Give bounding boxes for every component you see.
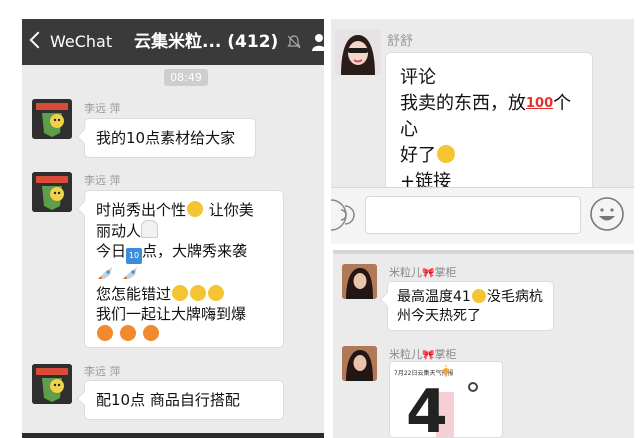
time-stamp: 08:49 (164, 69, 208, 86)
keycap-ten-icon: 10 (126, 248, 143, 264)
rocket-icon (98, 267, 112, 279)
avatar[interactable] (32, 364, 72, 404)
weather-image-message[interactable]: 7月22日云集天气预报 4 (389, 361, 503, 438)
avatar[interactable] (32, 99, 72, 139)
message-text: 我卖的东西，放 (400, 93, 526, 114)
sender-name-suffix: 掌柜 (434, 266, 457, 279)
avatar-image (335, 29, 381, 75)
bow-icon: 🎀 (422, 268, 435, 279)
emoji-smile-icon[interactable] (589, 196, 625, 232)
avatar[interactable] (342, 346, 377, 381)
right-top-chat-screenshot: 舒舒 评论 我卖的东西，放100个心 好了 +链接 (331, 19, 634, 244)
avatar[interactable] (335, 29, 381, 75)
message-bubble[interactable]: 时尚秀出个性 让你美 丽动人 今日 10 点，大牌秀来袭 您怎能错过 我们一起让大牌… (84, 190, 284, 348)
chat-header: WeChat 云集米粒... (412) (22, 19, 324, 65)
message-bubble[interactable]: 最高温度41 没毛病杭 州今天热死了 (387, 281, 554, 331)
message-bubble[interactable]: 评论 我卖的东西，放100个心 好了 +链接 (385, 52, 593, 192)
angry-emoji-icon (142, 325, 159, 341)
degree-icon (468, 382, 478, 392)
sender-name: 米粒儿🎀掌柜 (389, 264, 456, 280)
message-text: 今日 (96, 242, 127, 260)
sender-name: 李远 萍 (84, 174, 121, 187)
message-text: 好了 (400, 145, 436, 166)
message-text: 丽动人 (96, 222, 142, 240)
right-bottom-chat-screenshot: 米粒儿🎀掌柜 最高温度41 没毛病杭 州今天热死了 米粒儿🎀掌柜 7月22日云集天… (333, 250, 634, 438)
sender-name: 李远 萍 (84, 102, 121, 115)
sweat-emoji-icon (471, 289, 486, 303)
message-line: 丽动人 (96, 220, 272, 241)
voice-icon[interactable] (331, 198, 359, 232)
message-text: 没毛病杭 (486, 289, 543, 305)
avatar[interactable] (342, 264, 377, 299)
message-text: 我的10点素材给大家 (96, 129, 236, 147)
message-line: 我们一起让大牌嗨到爆 (96, 304, 272, 324)
message-text: 州今天热死了 (397, 308, 481, 324)
avatar-image (32, 99, 72, 139)
message-line: 最高温度41 没毛病杭 (397, 288, 544, 307)
back-label: WeChat (50, 32, 113, 51)
message-line: 时尚秀出个性 让你美 (96, 200, 272, 220)
message-bubble[interactable]: 配10点 商品自行搭配 (84, 380, 284, 420)
screen-edge (22, 433, 324, 438)
angry-emoji-icon (119, 325, 136, 341)
sun-icon (440, 365, 452, 377)
sender-name: 米粒儿🎀掌柜 (389, 346, 456, 362)
rocket-icon (122, 267, 137, 279)
message-line: 好了 (400, 143, 580, 169)
message-text: 让你美 (208, 201, 254, 219)
message-text: 时尚秀出个性 (96, 201, 187, 219)
message-text: 您怎能错过 (96, 285, 172, 303)
message-text: 最高温度41 (397, 289, 471, 305)
grin-emoji-icon (208, 285, 225, 301)
message-text: 点，大牌秀来袭 (142, 242, 248, 260)
avatar-image (32, 172, 72, 212)
message-line: 您怎能错过 (96, 284, 272, 304)
chat-title: 云集米粒... (412) (134, 32, 279, 52)
message-line: 今日 10 点，大牌秀来袭 (96, 241, 272, 264)
sender-name-text: 米粒儿 (389, 348, 422, 361)
sender-name-suffix: 掌柜 (434, 348, 457, 361)
avatar[interactable] (32, 172, 72, 212)
sender-name: 舒舒 (387, 34, 414, 49)
message-input[interactable] (365, 196, 581, 234)
ghost-icon (141, 220, 159, 238)
message-text: 配10点 商品自行搭配 (96, 391, 240, 409)
grin-emoji-icon (190, 285, 207, 301)
input-bar (331, 187, 634, 244)
person-icon[interactable] (312, 33, 324, 51)
message-line (96, 264, 272, 284)
message-line (96, 324, 272, 344)
message-text: 评论 (400, 67, 436, 88)
angry-emoji-icon (97, 325, 113, 341)
divider (333, 250, 634, 254)
avatar-image (342, 264, 377, 299)
grin-emoji-icon (172, 285, 189, 301)
message-text: 我们一起让大牌嗨到爆 (96, 305, 247, 323)
message-line: 我卖的东西，放100个心 (400, 91, 580, 143)
sender-name-text: 米粒儿 (389, 266, 422, 279)
avatar-image (342, 346, 377, 381)
weather-temperature: 4 (406, 377, 448, 438)
emoji-icon (187, 201, 204, 217)
mute-bell-icon (287, 35, 301, 49)
left-chat-screenshot: WeChat 云集米粒... (412) 08:49 李远 萍 我的10点素材给… (22, 19, 324, 438)
hundred-icon: 100 (526, 96, 554, 111)
sender-name: 李远 萍 (84, 365, 121, 378)
avatar-image (32, 364, 72, 404)
message-bubble[interactable]: 我的10点素材给大家 (84, 118, 256, 158)
blush-emoji-icon (437, 145, 455, 163)
back-chevron-icon (29, 31, 47, 49)
back-button[interactable]: WeChat (29, 19, 113, 65)
bow-icon: 🎀 (422, 350, 435, 361)
